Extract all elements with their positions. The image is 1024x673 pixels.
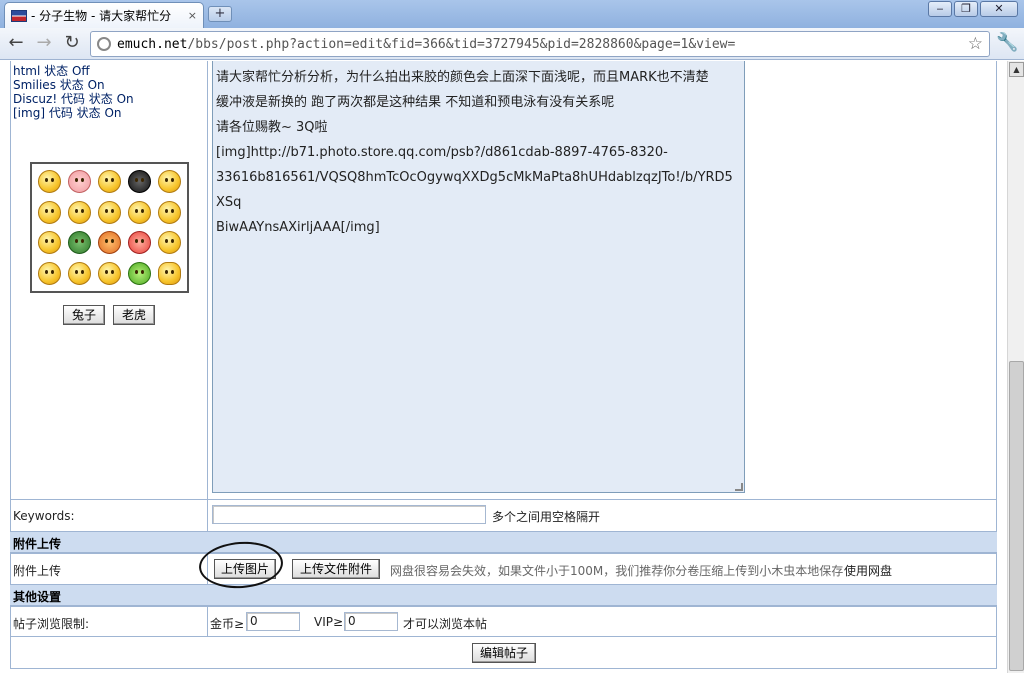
status-smilies: Smilies 状态 On [13,78,105,92]
row-divider [207,607,208,636]
globe-icon [97,37,111,51]
smiley-icon[interactable] [37,169,61,193]
editor-line: BiwAAYnsAXirljAAA[/img] [216,220,380,235]
smilies-rabbit-button[interactable]: 兔子 [63,305,105,325]
smiley-icon[interactable] [158,200,182,224]
vertical-scrollbar[interactable]: ▲ [1007,61,1024,673]
browser-titlebar: - 分子生物 - 请大家帮忙分 × + ‒ ❐ ✕ [0,0,1024,28]
address-bar[interactable]: emuch.net/bbs/post.php?action=edit&fid=3… [90,31,990,57]
column-divider [207,61,208,531]
site-favicon-icon [11,9,27,22]
smiley-icon[interactable] [158,231,182,255]
resize-handle-icon[interactable] [735,483,743,491]
view-limit-row: 帖子浏览限制: 金币≥ 0 VIP≥ 0 才可以浏览本帖 [10,606,997,636]
smiley-icon[interactable] [67,200,91,224]
editor-line: 33616b816561/VQSQ8hmTcOcOgywqXXDg5cMkMaP… [216,170,733,210]
attach-section-title: 附件上传 [13,537,62,551]
smiley-icon[interactable] [37,262,61,286]
other-section-header: 其他设置 [10,584,997,606]
close-window-button[interactable]: ✕ [980,1,1018,17]
keywords-hint: 多个之间用空格隔开 [492,510,601,524]
gold-label: 金币≥ [210,617,245,631]
scroll-up-icon[interactable]: ▲ [1009,62,1024,77]
new-tab-button[interactable]: + [208,6,232,22]
maximize-button[interactable]: ❐ [954,1,978,17]
netdisk-link[interactable]: 使用网盘 [844,562,892,579]
tab-title: - 分子生物 - 请大家帮忙分 [31,9,172,23]
smiley-icon[interactable] [158,169,182,193]
smiley-icon[interactable] [37,231,61,255]
smiley-icon[interactable] [67,169,91,193]
forward-button[interactable]: → [32,32,56,56]
reload-button[interactable]: ↻ [60,32,84,56]
row-divider [207,500,208,531]
smiley-icon[interactable] [97,169,121,193]
smiley-icon[interactable] [67,262,91,286]
vip-label: VIP≥ [314,615,344,629]
wrench-menu-icon[interactable]: 🔧 [996,32,1018,53]
smiley-icon[interactable] [97,262,121,286]
browser-tab[interactable]: - 分子生物 - 请大家帮忙分 × [4,2,204,28]
back-button[interactable]: ← [4,32,28,56]
view-limit-label: 帖子浏览限制: [13,617,90,631]
smiley-icon[interactable] [128,262,152,286]
page-viewport: html 状态 Off Smilies 状态 On Discuz! 代码 状态 … [0,61,1007,673]
gold-limit-input[interactable]: 0 [246,612,300,631]
status-discuz-code: Discuz! 代码 状态 On [13,92,134,106]
other-section-title: 其他设置 [13,590,62,604]
status-img-code: [img] 代码 状态 On [13,106,122,120]
keywords-label: Keywords: [13,509,75,523]
editor-line: 请各位赐教~ 3Q啦 [216,120,328,135]
attach-row: 附件上传 上传图片 上传文件附件 网盘很容易会失效，如果文件小于100M，我们推… [10,553,997,584]
smiley-icon[interactable] [128,200,152,224]
bookmark-star-icon[interactable]: ☆ [968,34,983,54]
browser-toolbar: ← → ↻ emuch.net/bbs/post.php?action=edit… [0,28,1024,60]
upload-file-button[interactable]: 上传文件附件 [292,559,380,579]
post-status-list: html 状态 Off Smilies 状态 On Discuz! 代码 状态 … [13,64,134,120]
tab-close-icon[interactable]: × [188,9,197,22]
submit-row: 编辑帖子 [10,636,997,669]
attach-label: 附件上传 [13,564,62,578]
smiley-icon[interactable] [97,231,121,255]
minimize-button[interactable]: ‒ [928,1,952,17]
view-limit-suffix: 才可以浏览本帖 [403,617,488,631]
handshake-icon[interactable] [158,262,182,286]
smiley-icon[interactable] [37,200,61,224]
status-html: html 状态 Off [13,64,90,78]
editor-line: 缓冲液是新换的 跑了两次都是这种结果 不知道和预电泳有没有关系呢 [216,95,615,110]
url-path: /bbs/post.php?action=edit&fid=366&tid=37… [187,36,736,52]
edit-post-button[interactable]: 编辑帖子 [472,643,536,663]
editor-line: [img]http://b71.photo.store.qq.com/psb?/… [216,145,668,160]
smiley-icon[interactable] [128,169,152,193]
message-textarea[interactable]: 请大家帮忙分析分析，为什么拍出来胶的颜色会上面深下面浅呢，而且MARK也不清楚 … [212,61,745,493]
smilies-panel [30,162,189,293]
smiley-icon[interactable] [97,200,121,224]
smiley-icon[interactable] [128,231,152,255]
attach-notice: 网盘很容易会失效，如果文件小于100M，我们推荐你分卷压缩上传到小木虫本地保存 [390,564,844,578]
attach-section-header: 附件上传 [10,531,997,553]
smiley-icon[interactable] [67,231,91,255]
scroll-thumb[interactable] [1009,361,1024,671]
keywords-row: Keywords: 多个之间用空格隔开 [10,499,997,531]
url-host: emuch.net [117,36,188,52]
smilies-tiger-button[interactable]: 老虎 [113,305,155,325]
keywords-input[interactable] [212,505,486,524]
vip-limit-input[interactable]: 0 [344,612,398,631]
editor-line: 请大家帮忙分析分析，为什么拍出来胶的颜色会上面深下面浅呢，而且MARK也不清楚 [216,70,709,85]
